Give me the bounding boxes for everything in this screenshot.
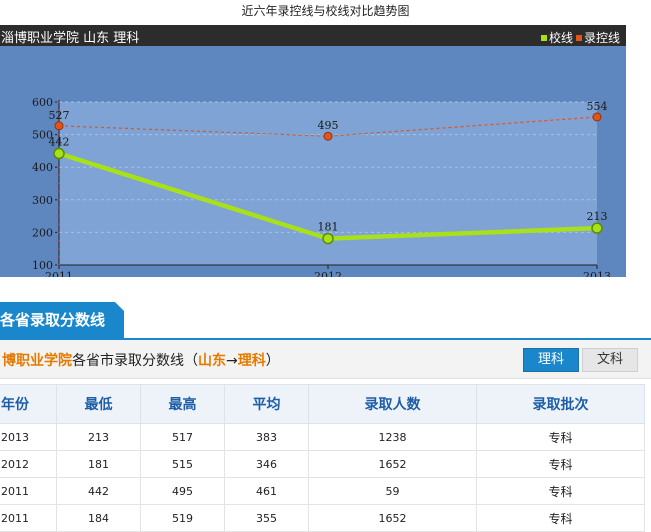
point-school — [322, 232, 334, 245]
data-label-control: 495 — [318, 119, 339, 132]
cell-max: 517 — [140, 423, 225, 451]
point-control — [592, 112, 602, 122]
point-control — [54, 121, 64, 131]
cell-admitted: 1238 — [308, 423, 477, 451]
table-row: 2012 181 515 346 1652 专科 — [0, 450, 645, 478]
cell-batch: 专科 — [476, 423, 645, 451]
science-button[interactable]: 理科 — [523, 348, 579, 372]
legend-swatch-control-line — [575, 35, 582, 41]
y-tick-label: 600 — [32, 96, 53, 109]
table-row: 2011 184 519 355 1652 专科 — [0, 504, 645, 532]
tab-province-scores[interactable]: 各省录取分数线 — [0, 302, 125, 338]
legend-label-school-line: 校线 — [548, 31, 573, 45]
cell-max: 515 — [140, 450, 225, 478]
legend-swatch-school-line — [540, 35, 547, 41]
data-label-school: 442 — [49, 136, 70, 149]
sub-title-subject: 理科 — [237, 353, 266, 369]
legend-label-control-line: 录控线 — [583, 31, 620, 45]
data-label-control: 554 — [587, 100, 608, 113]
cell-year: 2013 — [0, 423, 57, 451]
cell-avg: 346 — [224, 450, 309, 478]
sub-title-arrow: → — [226, 353, 238, 369]
cell-max: 495 — [140, 477, 225, 505]
arts-button[interactable]: 文科 — [582, 348, 638, 372]
line-chart: 1002003004005006002011 2012 20135274955544… — [32, 96, 611, 277]
sub-title-close: ） — [265, 353, 280, 369]
y-tick-label: 200 — [32, 226, 53, 239]
cell-max: 519 — [140, 504, 225, 532]
cell-min: 442 — [56, 477, 141, 505]
cell-year: 2011 — [0, 504, 57, 532]
cell-admitted: 59 — [308, 477, 477, 505]
y-tick-label: 300 — [32, 194, 53, 207]
cell-avg: 461 — [224, 477, 309, 505]
point-control — [323, 131, 333, 141]
chart-header: 淄博职业学院 山东 理科 校线 录控线 — [0, 25, 626, 46]
data-label-control: 527 — [49, 109, 70, 122]
point-school — [53, 147, 65, 160]
page-title: 近六年录控线与校线对比趋势图 — [241, 4, 410, 18]
chart-panel: 淄博职业学院 山东 理科 校线 录控线 100 200 300 400 500 600 201… — [0, 25, 626, 277]
cell-batch: 专科 — [476, 477, 645, 505]
sub-title-text: 各省市录取分数线（ — [72, 353, 198, 369]
cell-batch: 专科 — [476, 450, 645, 478]
y-tick-label: 400 — [32, 161, 53, 174]
point-school — [591, 222, 603, 234]
data-label-school: 181 — [318, 221, 339, 234]
sub-title: 博职业学院各省市录取分数线（山东→理科） — [2, 350, 280, 370]
cell-admitted: 1652 — [308, 450, 477, 478]
chart-school-title: 淄博职业学院 山东 理科 — [1, 31, 140, 46]
sub-title-school: 博职业学院 — [2, 353, 72, 369]
sub-title-province: 山东 — [198, 353, 226, 369]
header-avg: 平均 — [224, 384, 309, 424]
header-batch: 录取批次 — [476, 384, 645, 424]
x-tick-label: 2011 — [45, 270, 73, 277]
cell-avg: 355 — [224, 504, 309, 532]
chart-legend: 校线 录控线 — [538, 29, 620, 46]
header-admitted: 录取人数 — [308, 384, 477, 424]
cell-avg: 383 — [224, 423, 309, 451]
cell-year: 2012 — [0, 450, 57, 478]
cell-batch: 专科 — [476, 504, 645, 532]
cell-min: 213 — [56, 423, 141, 451]
sub-header: 博职业学院各省市录取分数线（山东→理科） 理科 文科 — [0, 340, 651, 379]
x-tick-label: 2013 — [583, 270, 611, 277]
table-row: 2011 442 495 461 59 专科 — [0, 477, 645, 505]
header-year: 年份 — [0, 384, 57, 424]
section-tab-bar: 各省录取分数线 — [0, 302, 651, 340]
score-table: 年份 最低 最高 平均 录取人数 录取批次 2013 213 517 383 1… — [0, 384, 645, 532]
header-max: 最高 — [140, 384, 225, 424]
table-row: 2013 213 517 383 1238 专科 — [0, 423, 645, 451]
cell-year: 2011 — [0, 477, 57, 505]
cell-admitted: 1652 — [308, 504, 477, 532]
cell-min: 184 — [56, 504, 141, 532]
header-min: 最低 — [56, 384, 141, 424]
cell-min: 181 — [56, 450, 141, 478]
x-tick-label: 2012 — [314, 270, 342, 277]
data-label-school: 213 — [587, 210, 608, 223]
table-header-row: 年份 最低 最高 平均 录取人数 录取批次 — [0, 384, 645, 424]
